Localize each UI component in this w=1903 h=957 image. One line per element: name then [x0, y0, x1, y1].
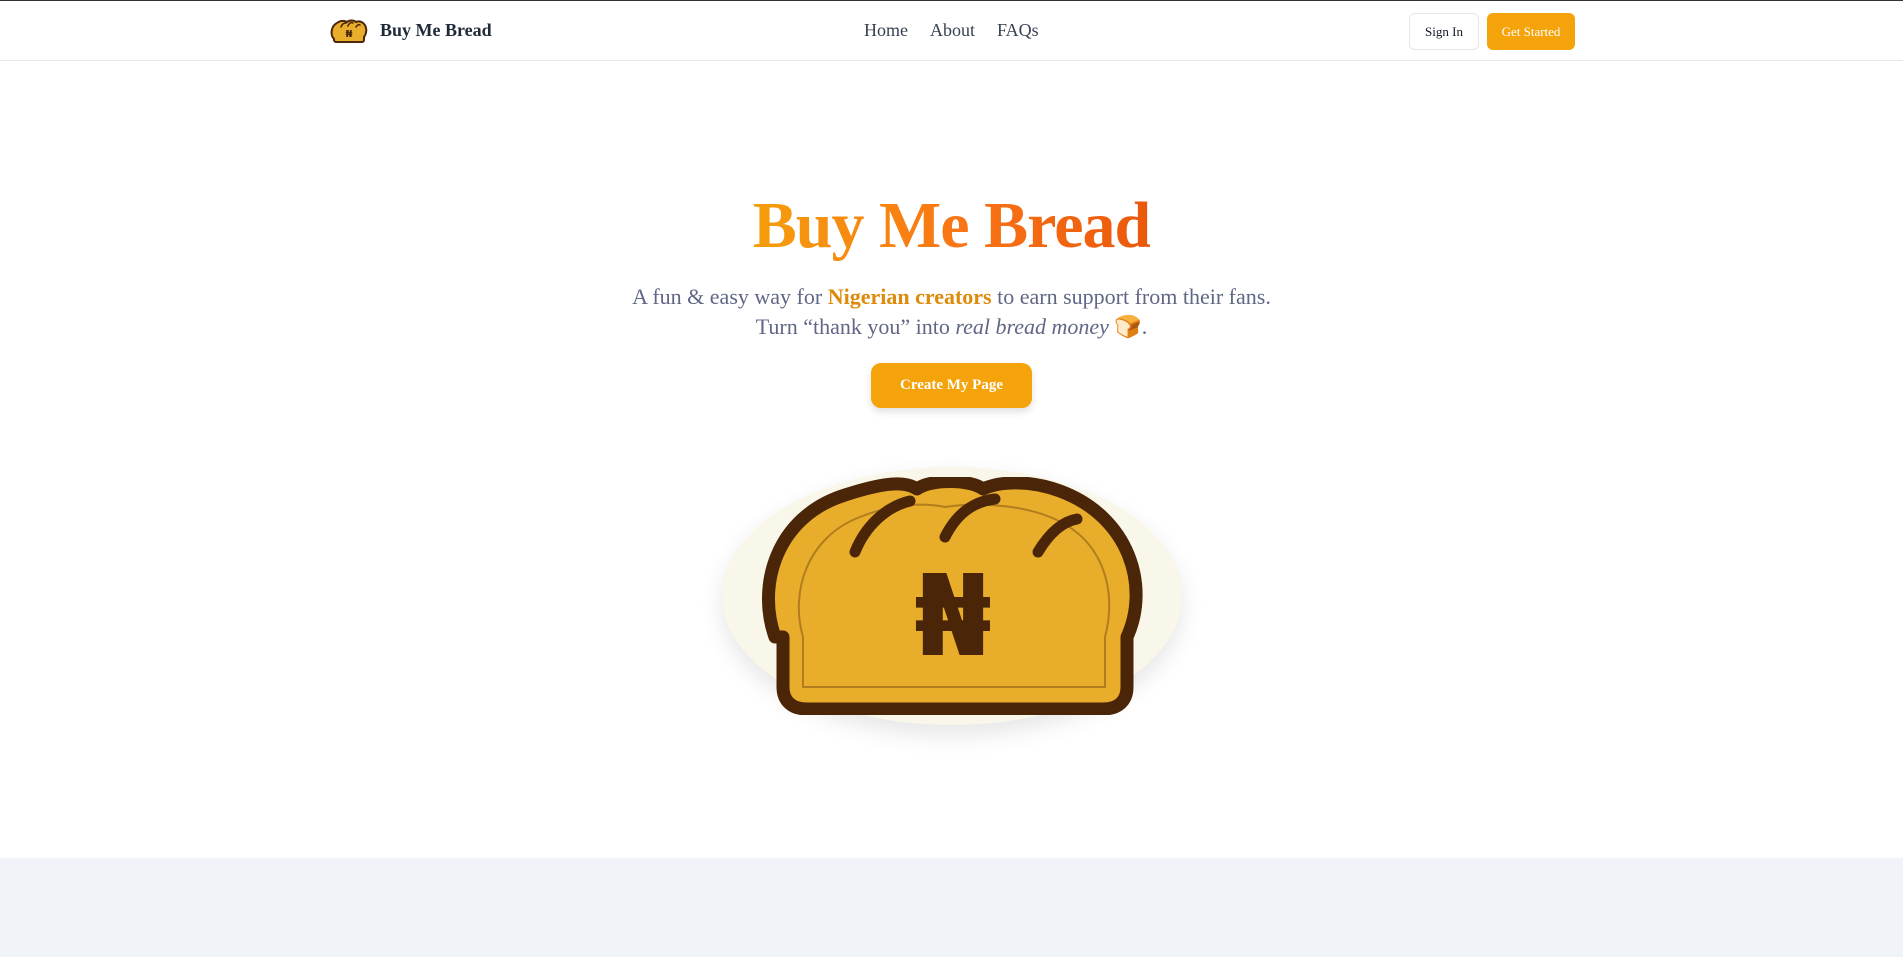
subtitle-line2-start: Turn “thank you” into [755, 314, 956, 339]
create-my-page-button[interactable]: Create My Page [871, 363, 1032, 408]
subtitle-line2-end: . [1141, 314, 1148, 339]
subtitle-line1-start: A fun & easy way for [632, 284, 828, 309]
brand-name: Buy Me Bread [380, 19, 492, 40]
navbar: ₦ Buy Me Bread Home About FAQs Sign In G… [0, 0, 1903, 61]
brand[interactable]: ₦ Buy Me Bread [330, 17, 492, 43]
bread-logo-icon: ₦ [330, 19, 368, 43]
hero-illustration: ₦ [722, 467, 1182, 725]
hero-subtitle: A fun & easy way for Nigerian creators t… [0, 282, 1903, 342]
bread-emoji-icon: 🍞 [1114, 314, 1142, 339]
subtitle-line1-end: to earn support from their fans. [991, 284, 1271, 309]
sign-in-button[interactable]: Sign In [1409, 13, 1479, 50]
subtitle-highlight: Nigerian creators [827, 284, 992, 309]
nav-link-home[interactable]: Home [864, 20, 908, 41]
svg-text:₦: ₦ [914, 552, 992, 682]
nav-link-faqs[interactable]: FAQs [997, 20, 1039, 41]
hero-title: Buy Me Bread [0, 186, 1903, 266]
subtitle-emphasis: real bread money [955, 314, 1109, 339]
get-started-button[interactable]: Get Started [1487, 13, 1575, 50]
nav-links: Home About FAQs [864, 20, 1039, 41]
svg-text:₦: ₦ [346, 29, 353, 40]
next-section-band [0, 858, 1903, 957]
bread-naira-icon: ₦ [762, 477, 1143, 715]
hero-title-text: Buy Me Bread [752, 189, 1151, 262]
nav-link-about[interactable]: About [930, 20, 975, 41]
